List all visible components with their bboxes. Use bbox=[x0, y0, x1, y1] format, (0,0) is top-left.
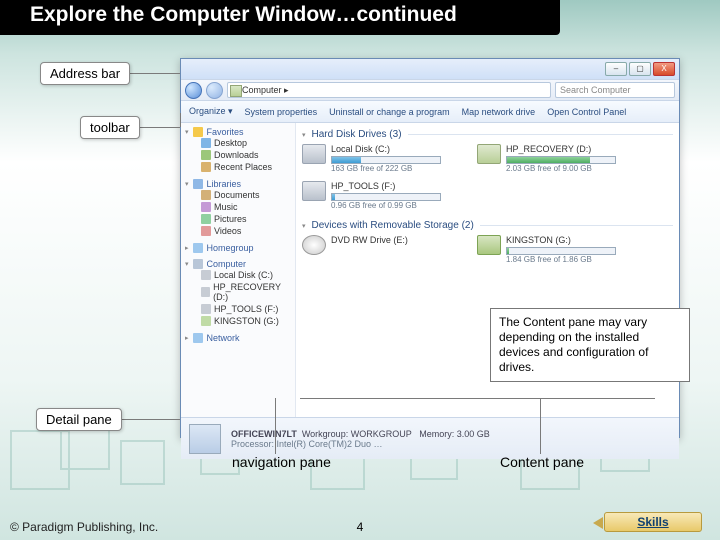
slide-title: Explore the Computer Window…continued bbox=[0, 0, 560, 35]
close-button[interactable]: X bbox=[653, 62, 675, 76]
recent-icon bbox=[201, 162, 211, 172]
nav-network[interactable]: ▸Network bbox=[185, 333, 291, 343]
callout-address-bar: Address bar bbox=[40, 62, 130, 85]
documents-icon bbox=[201, 190, 211, 200]
nav-local-disk[interactable]: Local Disk (C:) bbox=[185, 269, 291, 281]
drive-icon bbox=[201, 270, 211, 280]
nav-pictures[interactable]: Pictures bbox=[185, 213, 291, 225]
toolbar: Organize ▾ System properties Uninstall o… bbox=[181, 101, 679, 123]
nav-downloads[interactable]: Downloads bbox=[185, 149, 291, 161]
maximize-button[interactable]: ▢ bbox=[629, 62, 651, 76]
window-titlebar: – ▢ X bbox=[181, 59, 679, 79]
star-icon bbox=[193, 127, 203, 137]
dvd-icon bbox=[302, 235, 326, 255]
toolbar-system-properties[interactable]: System properties bbox=[245, 107, 318, 117]
drive-icon bbox=[201, 287, 210, 297]
nav-forward-button[interactable] bbox=[206, 82, 223, 99]
drive-dvd[interactable]: DVD RW Drive (E:) bbox=[302, 235, 457, 264]
copyright: © Paradigm Publishing, Inc. bbox=[10, 520, 158, 534]
nav-computer[interactable]: ▾Computer bbox=[185, 259, 291, 269]
content-pane-note: The Content pane may vary depending on t… bbox=[490, 308, 690, 382]
address-path[interactable]: Computer ▸ bbox=[227, 82, 551, 98]
nav-hp-tools[interactable]: HP_TOOLS (F:) bbox=[185, 303, 291, 315]
hard-disk-icon bbox=[477, 144, 501, 164]
details-pane: OFFICEWIN7LT Workgroup: WORKGROUP Memory… bbox=[181, 417, 679, 459]
drive-hp-recovery[interactable]: HP_RECOVERY (D:)2.03 GB free of 9.00 GB bbox=[477, 144, 632, 173]
usb-drive-icon bbox=[477, 235, 501, 255]
nav-homegroup[interactable]: ▸Homegroup bbox=[185, 243, 291, 253]
minimize-button[interactable]: – bbox=[605, 62, 627, 76]
pictures-icon bbox=[201, 214, 211, 224]
drive-icon bbox=[201, 304, 211, 314]
toolbar-map-drive[interactable]: Map network drive bbox=[462, 107, 536, 117]
navigation-pane: ▾Favorites Desktop Downloads Recent Plac… bbox=[181, 123, 296, 417]
drive-kingston[interactable]: KINGSTON (G:)1.84 GB free of 1.86 GB bbox=[477, 235, 632, 264]
computer-thumb-icon bbox=[189, 424, 221, 454]
videos-icon bbox=[201, 226, 211, 236]
page-number: 4 bbox=[357, 520, 364, 534]
label-content-pane: Content pane bbox=[500, 454, 584, 470]
address-bar: Computer ▸ Search Computer bbox=[181, 79, 679, 101]
nav-recent[interactable]: Recent Places bbox=[185, 161, 291, 173]
nav-favorites[interactable]: ▾Favorites bbox=[185, 127, 291, 137]
callout-detail-pane: Detail pane bbox=[36, 408, 122, 431]
downloads-icon bbox=[201, 150, 211, 160]
group-hdd-header[interactable]: ▾Hard Disk Drives (3) bbox=[302, 129, 673, 140]
hard-disk-icon bbox=[302, 181, 326, 201]
nav-desktop[interactable]: Desktop bbox=[185, 137, 291, 149]
group-removable-header[interactable]: ▾Devices with Removable Storage (2) bbox=[302, 220, 673, 231]
callout-toolbar: toolbar bbox=[80, 116, 140, 139]
drive-local-c[interactable]: Local Disk (C:)163 GB free of 222 GB bbox=[302, 144, 457, 173]
desktop-icon bbox=[201, 138, 211, 148]
network-icon bbox=[193, 333, 203, 343]
nav-videos[interactable]: Videos bbox=[185, 225, 291, 237]
computer-icon bbox=[193, 259, 203, 269]
toolbar-uninstall[interactable]: Uninstall or change a program bbox=[329, 107, 450, 117]
homegroup-icon bbox=[193, 243, 203, 253]
usb-icon bbox=[201, 316, 211, 326]
label-navigation-pane: navigation pane bbox=[232, 454, 331, 470]
drive-hp-tools[interactable]: HP_TOOLS (F:)0.96 GB free of 0.99 GB bbox=[302, 181, 457, 210]
skills-button[interactable]: Skills bbox=[604, 512, 702, 532]
hard-disk-icon bbox=[302, 144, 326, 164]
nav-music[interactable]: Music bbox=[185, 201, 291, 213]
libraries-icon bbox=[193, 179, 203, 189]
music-icon bbox=[201, 202, 211, 212]
nav-libraries[interactable]: ▾Libraries bbox=[185, 179, 291, 189]
nav-kingston[interactable]: KINGSTON (G:) bbox=[185, 315, 291, 327]
nav-hp-recovery[interactable]: HP_RECOVERY (D:) bbox=[185, 281, 291, 303]
toolbar-control-panel[interactable]: Open Control Panel bbox=[547, 107, 626, 117]
nav-back-button[interactable] bbox=[185, 82, 202, 99]
toolbar-organize[interactable]: Organize ▾ bbox=[189, 106, 233, 117]
search-input[interactable]: Search Computer bbox=[555, 82, 675, 98]
nav-documents[interactable]: Documents bbox=[185, 189, 291, 201]
